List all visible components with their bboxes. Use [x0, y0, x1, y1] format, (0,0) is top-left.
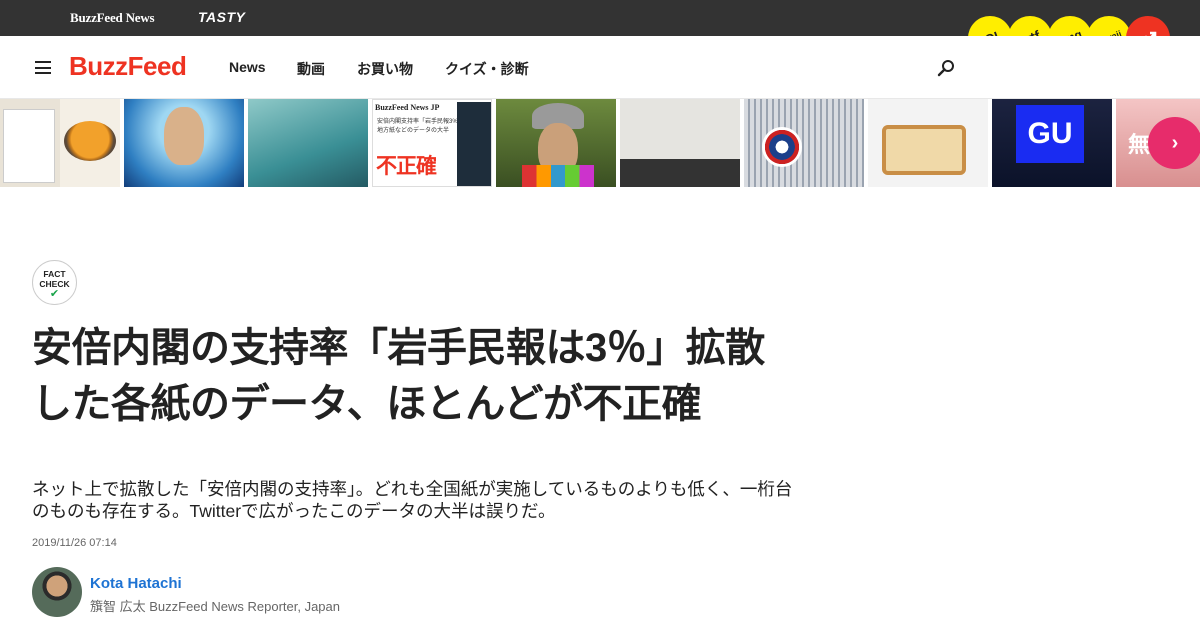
tasty-link[interactable]: TASTY: [198, 9, 245, 25]
thumb-header-text: BuzzFeed News JP: [375, 103, 440, 112]
checkmark-icon: ✔: [49, 288, 60, 300]
nav-link-shopping[interactable]: お買い物: [357, 59, 413, 79]
article-timestamp: 2019/11/26 07:14: [32, 537, 117, 549]
thumbnail-water[interactable]: [248, 99, 368, 187]
shield-emblem-image: [762, 127, 802, 167]
thumb-caption-text: 安倍内閣支持率「岩手民報3%」 地方紙などのデータの大半: [377, 116, 464, 134]
thumbnail-portrait[interactable]: [124, 99, 244, 187]
thumbnail-convenience-store[interactable]: [0, 99, 120, 187]
search-icon[interactable]: [937, 59, 955, 77]
nav-link-quiz[interactable]: クイズ・診断: [445, 59, 529, 79]
hamburger-icon[interactable]: [35, 61, 51, 74]
nav-link-news[interactable]: News: [229, 59, 266, 75]
colorful-scarf-image: [522, 165, 594, 187]
author-avatar[interactable]: [32, 567, 82, 617]
buzzfeed-logo[interactable]: BuzzFeed: [69, 51, 187, 82]
thumbnail-bread[interactable]: [868, 99, 988, 187]
article-dek: ネット上で拡散した「安倍内閣の支持率」。どれも全国紙が実施しているものよりも低く…: [32, 479, 793, 521]
nav-link-video[interactable]: 動画: [297, 59, 325, 79]
thumb-caption-line-2: 地方紙などのデータの大半: [377, 128, 450, 134]
thumbnail-gu-store[interactable]: GU: [992, 99, 1112, 187]
thumbnail-press-conference[interactable]: [620, 99, 740, 187]
thumb-newspaper-image: [457, 102, 491, 186]
trending-thumbnail-strip: BuzzFeed News JP 安倍内閣支持率「岩手民報3%」 地方紙などのデ…: [0, 99, 1200, 187]
store-sign-image: [3, 109, 55, 183]
buzzfeed-news-link[interactable]: BuzzFeed News: [70, 10, 155, 26]
soup-bowl-image: [64, 121, 116, 161]
article-headline: 安倍内閣の支持率「岩手民報は3％」拡散した各紙のデータ、ほとんどが不正確: [32, 326, 765, 426]
thumb-caption-line-1: 安倍内閣支持率「岩手民報3%」: [377, 119, 464, 125]
thumbnail-kimono[interactable]: [744, 99, 864, 187]
fact-check-badge: FACT CHECK ✔: [32, 260, 77, 305]
thumb-big-text: 不正確: [376, 155, 437, 178]
thumbnail-article-graphic[interactable]: BuzzFeed News JP 安倍内閣支持率「岩手民報3%」 地方紙などのデ…: [372, 99, 492, 187]
chevron-right-icon: ›: [1171, 131, 1179, 154]
author-name-link[interactable]: Kota Hatachi: [90, 575, 182, 592]
gu-sign: GU: [1016, 105, 1084, 163]
main-nav: BuzzFeed News 動画 お買い物 クイズ・診断: [0, 36, 1200, 99]
conference-table-image: [620, 159, 740, 187]
portrait-face-image: [164, 107, 204, 165]
thumbnail-man-with-hat[interactable]: [496, 99, 616, 187]
bread-image: [882, 125, 966, 175]
fact-check-line-1: FACT: [43, 269, 66, 279]
strip-next-button[interactable]: ›: [1148, 117, 1200, 169]
author-role: 籏智 広太 BuzzFeed News Reporter, Japan: [90, 599, 340, 614]
